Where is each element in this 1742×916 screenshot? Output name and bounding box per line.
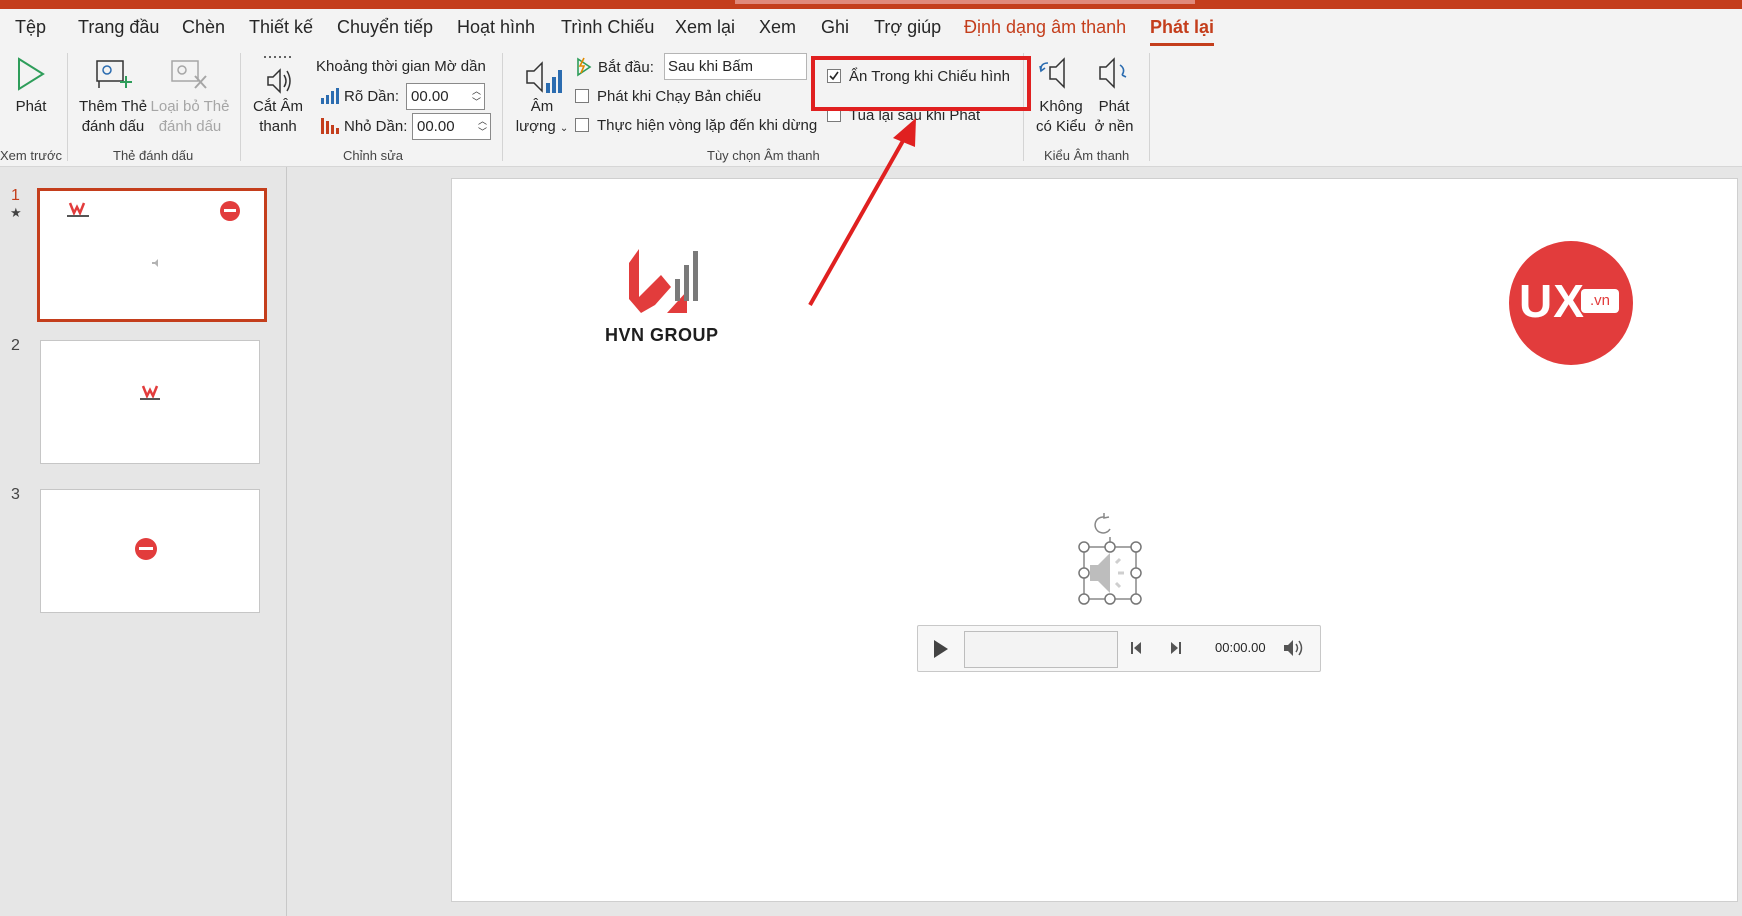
no-style-icon[interactable]	[1038, 55, 1072, 93]
group-separator	[240, 53, 241, 161]
start-dropdown-value[interactable]: Sau khi Bấm	[668, 58, 753, 75]
tab-insert[interactable]: Chèn	[182, 17, 225, 38]
remove-bookmark-label: Loại bỏ Thẻ đánh dấu	[150, 98, 230, 135]
fade-in-spinner[interactable]: 00.00 ︿ ﹀	[406, 83, 485, 110]
slide-thumbnail-content	[135, 538, 157, 560]
audio-progress-track[interactable]	[964, 631, 1118, 668]
slide-canvas[interactable]: HVN GROUP UX .vn	[451, 178, 1738, 902]
pane-divider	[286, 167, 287, 916]
audio-player-bar: 00:00.00	[917, 625, 1321, 672]
ux-logo-suffix: .vn	[1581, 289, 1619, 313]
loop-until-stopped-label[interactable]: Thực hiện vòng lặp đến khi dừng	[597, 117, 817, 134]
slide-thumbnail-2[interactable]	[40, 340, 260, 464]
fade-in-value[interactable]: 00.00	[411, 88, 449, 105]
fade-out-icon	[321, 118, 339, 134]
play-across-slides-label[interactable]: Phát khi Chạy Bản chiếu	[597, 88, 761, 105]
play-in-background-label[interactable]: Phát ở nền	[1090, 97, 1138, 137]
group-separator	[502, 53, 503, 161]
fade-duration-title: Khoảng thời gian Mờ dần	[316, 58, 486, 75]
add-bookmark-icon[interactable]	[96, 60, 134, 92]
tab-help[interactable]: Trợ giúp	[874, 17, 941, 38]
play-across-slides-checkbox[interactable]	[575, 89, 589, 103]
group-label-audio-styles: Kiểu Âm thanh	[1044, 148, 1130, 163]
player-time: 00:00.00	[1215, 640, 1266, 655]
volume-button-label[interactable]: Âm lượng ⌄	[512, 97, 572, 139]
spin-down-icon[interactable]: ﹀	[478, 128, 487, 137]
group-label-preview: Xem trước	[0, 148, 63, 163]
chevron-down-icon: ⌄	[559, 123, 569, 134]
ux-logo: UX .vn	[1509, 241, 1633, 365]
fade-out-label: Nhỏ Dần:	[344, 118, 408, 135]
tab-design[interactable]: Thiết kế	[249, 17, 313, 38]
remove-bookmark-icon	[171, 60, 207, 89]
title-bar	[0, 0, 1742, 9]
hvn-logo-icon	[629, 249, 698, 313]
slide-number: 3	[11, 486, 20, 503]
tab-slideshow[interactable]: Trình Chiếu	[561, 17, 654, 38]
animation-star-icon: ★	[10, 205, 22, 220]
tab-home[interactable]: Trang đầu	[78, 17, 159, 38]
step-back-icon[interactable]	[1130, 641, 1144, 655]
fade-out-spinner[interactable]: 00.00 ︿ ﹀	[412, 113, 491, 140]
no-style-label[interactable]: Không có Kiểu	[1030, 97, 1092, 137]
play-icon[interactable]	[16, 57, 46, 91]
spin-down-icon[interactable]: ﹀	[472, 98, 481, 107]
slide-number: 2	[11, 337, 20, 354]
tab-file[interactable]: Tệp	[15, 17, 46, 38]
fade-in-icon	[321, 88, 339, 104]
fade-out-value[interactable]: 00.00	[417, 118, 455, 135]
selected-audio-object[interactable]	[1074, 507, 1146, 617]
add-bookmark-label[interactable]: Thêm Thẻ đánh dấu	[78, 97, 148, 137]
tab-record[interactable]: Ghi	[821, 17, 849, 38]
slide-thumbnail-3[interactable]	[40, 489, 260, 613]
spin-up-icon[interactable]: ︿	[472, 87, 481, 96]
annotation-highlight-box	[811, 56, 1031, 111]
tab-transitions[interactable]: Chuyển tiếp	[337, 17, 433, 38]
group-label-audio-options: Tùy chọn Âm thanh	[707, 148, 820, 163]
hvn-logo-text: HVN GROUP	[605, 325, 719, 345]
title-bar-accent	[735, 0, 1195, 4]
volume-icon[interactable]	[524, 57, 564, 97]
trim-audio-label[interactable]: Cắt Âm thanh	[248, 97, 308, 137]
tab-playback[interactable]: Phát lại	[1150, 17, 1215, 46]
slide-thumbnail-1[interactable]	[37, 188, 267, 322]
spin-up-icon[interactable]: ︿	[478, 117, 487, 126]
player-volume-icon[interactable]	[1283, 639, 1305, 657]
slide-thumbnail-content	[140, 385, 160, 400]
tab-audio-format[interactable]: Định dạng âm thanh	[964, 17, 1126, 38]
slide-thumbnail-content	[67, 201, 240, 267]
slide-thumbnail-pane: 1 ★ 2 3	[0, 167, 287, 916]
fade-in-label: Rõ Dần:	[344, 88, 400, 105]
tab-animations[interactable]: Hoạt hình	[457, 17, 535, 38]
slide-number: 1	[11, 187, 20, 204]
player-play-icon[interactable]	[932, 638, 950, 660]
play-button-label[interactable]: Phát	[10, 97, 52, 117]
trim-audio-icon[interactable]	[262, 55, 294, 95]
step-forward-icon[interactable]	[1168, 641, 1182, 655]
play-in-background-icon[interactable]	[1096, 55, 1130, 93]
ux-logo-text: UX	[1519, 275, 1585, 327]
start-trigger-icon	[577, 57, 592, 77]
start-label: Bắt đầu:	[598, 59, 654, 76]
ribbon-tabs: Tệp Trang đầu Chèn Thiết kế Chuyển tiếp …	[0, 9, 1742, 49]
tab-view[interactable]: Xem	[759, 17, 796, 38]
group-label-bookmarks: Thẻ đánh dấu	[113, 148, 194, 163]
loop-until-stopped-checkbox[interactable]	[575, 118, 589, 132]
group-label-editing: Chỉnh sửa	[343, 148, 404, 163]
tab-review[interactable]: Xem lại	[675, 17, 735, 38]
group-separator	[67, 53, 68, 161]
group-separator	[1149, 53, 1150, 161]
start-dropdown[interactable]: Sau khi Bấm	[664, 53, 807, 80]
